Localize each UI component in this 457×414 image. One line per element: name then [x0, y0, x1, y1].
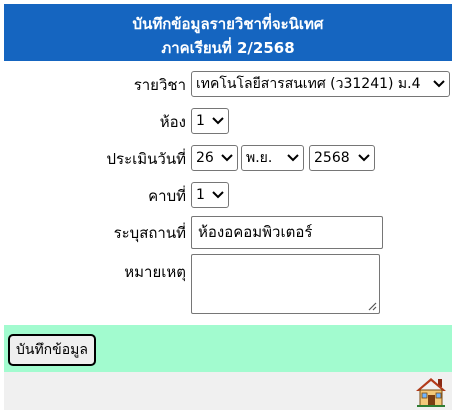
- note-label: หมายเหตุ: [124, 263, 186, 281]
- chevron-down-icon: [221, 146, 233, 170]
- room-select[interactable]: 1: [191, 108, 229, 134]
- semester-title: ภาคเรียนที่ 2/2568: [161, 39, 295, 57]
- month-select[interactable]: พ.ย.: [241, 145, 304, 171]
- footer-bar: [4, 372, 452, 410]
- room-label: ห้อง: [159, 113, 186, 131]
- form-frame: บันทึกข้อมูลรายวิชาที่จะนิเทศ ภาคเรียนที…: [4, 4, 452, 410]
- location-input[interactable]: ห้องอคอมพิวเตอร์: [191, 216, 383, 249]
- period-label: คาบที่: [148, 187, 186, 205]
- room-select-value: 1: [196, 113, 205, 129]
- day-select[interactable]: 26: [191, 145, 238, 171]
- subject-label: รายวิชา: [133, 76, 186, 94]
- save-button[interactable]: บันทึกข้อมูล: [8, 334, 96, 366]
- chevron-down-icon: [433, 72, 445, 96]
- resize-grip-icon[interactable]: [368, 302, 377, 311]
- subject-select[interactable]: เทคโนโลยีสารสนเทศ (ว31241) ม.4: [191, 71, 450, 97]
- month-select-value: พ.ย.: [246, 150, 273, 166]
- submit-bar: บันทึกข้อมูล: [4, 325, 452, 372]
- subject-select-value: เทคโนโลยีสารสนเทศ (ว31241) ม.4: [196, 76, 421, 92]
- chevron-down-icon: [212, 183, 224, 207]
- year-select[interactable]: 2568: [309, 145, 375, 171]
- location-label: ระบุสถานที่: [113, 224, 186, 242]
- chevron-down-icon: [358, 146, 370, 170]
- chevron-down-icon: [212, 109, 224, 133]
- year-select-value: 2568: [314, 150, 350, 166]
- note-textarea[interactable]: [191, 254, 380, 314]
- day-select-value: 26: [196, 150, 214, 166]
- period-select-value: 1: [196, 187, 205, 203]
- home-icon[interactable]: [414, 376, 448, 408]
- page-title: บันทึกข้อมูลรายวิชาที่จะนิเทศ: [132, 15, 324, 33]
- page-header: บันทึกข้อมูลรายวิชาที่จะนิเทศ ภาคเรียนที…: [4, 4, 452, 61]
- assess-date-label: ประเมินวันที่: [106, 150, 186, 168]
- period-select[interactable]: 1: [191, 182, 229, 208]
- chevron-down-icon: [287, 146, 299, 170]
- location-input-value: ห้องอคอมพิวเตอร์: [198, 223, 313, 241]
